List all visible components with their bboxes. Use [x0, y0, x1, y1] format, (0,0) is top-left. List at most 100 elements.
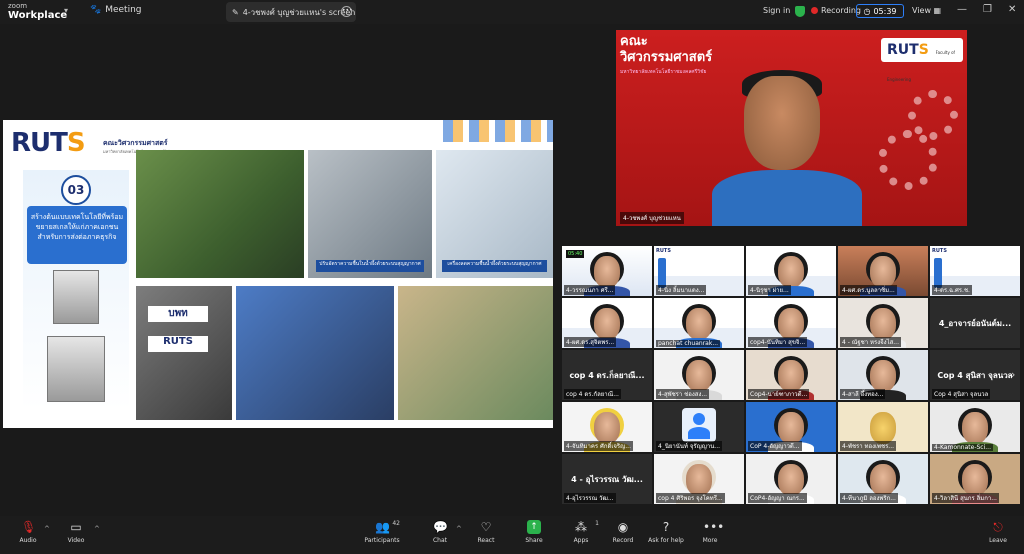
speaker-shirt [712, 170, 862, 226]
chevron-down-icon[interactable]: ▾ [64, 6, 68, 15]
participant-tile[interactable]: 4_อาจารย์อนันต์ม... [930, 298, 1020, 348]
view-menu[interactable]: View ▦ [912, 6, 941, 15]
participant-tile[interactable]: 4-Kamonnate-Sci... [930, 402, 1020, 452]
photo-machine-a: ปรับอัตราความชื้นในน้ำผึ้งด้วยระบบสุญญาก… [308, 150, 432, 278]
participant-face [686, 360, 712, 392]
participant-face [870, 360, 896, 392]
view-label: View [912, 6, 931, 15]
sign-in-button[interactable]: Sign in [763, 6, 790, 15]
participant-tile[interactable]: 4-ผศ.ดร.นูลลาซิ่ม... [838, 246, 928, 296]
participant-tile[interactable]: 4 - อุไรวรรณ วัฒ... 4-อุไรวรรณ วัฒ... [562, 454, 652, 504]
tile-slide-bar [934, 258, 942, 288]
recording-label: Recording [821, 6, 862, 15]
participant-name: cop 4 ศิริพอร จุงโคทรี... [656, 493, 725, 503]
chat-label: Chat [432, 537, 448, 544]
participant-tile[interactable]: cop 4 ดร.ก็ลยาณี... cop 4 ดร.กัลยาณี... [562, 350, 652, 400]
tile-slide-bar [658, 258, 666, 288]
clock-icon: ◷ [863, 6, 871, 16]
record-button[interactable]: ◉ Record [599, 520, 647, 544]
speaker-bg-title-1: คณะ [620, 34, 648, 49]
participant-tile[interactable]: 4-สาลี อึ้งทอง... [838, 350, 928, 400]
participant-tile[interactable]: RUTS 4-นิ่ง ลิ้มนาแดง... [654, 246, 744, 296]
speaker-bg-title: คณะ วิศวกรรมศาสตร์ [620, 34, 712, 66]
participant-name: 4-วรรณนภา ศรี... [564, 285, 616, 295]
participant-name: 4-อุไรวรรณ วัฒ... [564, 493, 616, 503]
ask-for-help-button[interactable]: ? Ask for help [642, 520, 690, 544]
machine-sign-2: RUTS [148, 336, 208, 352]
brand-big: Workplace [8, 10, 68, 21]
photo-group-indoor [236, 286, 394, 420]
screen-share-tab[interactable]: ✎ 4-วชพงศ์ บุญช่วยแหน's screen ••• [226, 2, 356, 22]
participant-name: 4-ทีนาภูมิ ลองพริก... [840, 493, 898, 503]
participants-button[interactable]: 42 👥 Participants [358, 520, 406, 544]
participant-tile[interactable]: CoP4-อัญญา ณกร... [746, 454, 836, 504]
participant-name: 4-พัชรา ทองเพชร... [840, 441, 897, 451]
participant-tile[interactable]: 05:40 4-วรรณนภา ศรี... [562, 246, 652, 296]
minimize-icon[interactable]: — [957, 4, 967, 15]
info-panel: 03 สร้างต้นแบบเทคโนโลยีที่พร้อมขยายสเกลใ… [23, 170, 129, 410]
shared-screen-slide[interactable]: RUTS คณะวิศวกรรมศาสตร์ มหาวิทยาลัยเทคโนโ… [3, 120, 553, 428]
chat-options-caret-icon[interactable]: ^ [456, 525, 462, 533]
participant-tile[interactable]: 4-ทีนาภูมิ ลองพริก... [838, 454, 928, 504]
participant-tile[interactable]: Cop4-นาย์ฑาภาวดี... [746, 350, 836, 400]
security-shield-icon[interactable] [795, 6, 805, 17]
photo-label-c: เครื่องลดความชื้นน้ำผึ้งด้วยระบบสุญญากาศ [442, 260, 547, 272]
participant-tile[interactable]: 4-วิลาสินี สุนกร ลิ่มกา... [930, 454, 1020, 504]
video-label: Video [67, 537, 85, 544]
video-options-caret-icon[interactable]: ^ [94, 525, 100, 533]
participant-tile[interactable]: 4-นิรุชา ผ่าย... [746, 246, 836, 296]
restore-icon[interactable]: ❐ [983, 4, 992, 15]
react-button[interactable]: ♡ React [462, 520, 510, 544]
participant-tile[interactable]: CoP 4-อัญญาวดี... [746, 402, 836, 452]
more-options-icon[interactable]: ••• [341, 6, 353, 17]
active-speaker-video[interactable]: คณะ วิศวกรรมศาสตร์ มหาวิทยาลัยเทคโนโลยีร… [616, 30, 967, 226]
participant-face [870, 256, 896, 288]
participant-name: 4-ผศ.ดร.สุจิตพร... [564, 337, 617, 347]
recording-indicator[interactable]: Recording [811, 6, 861, 15]
apps-label: Apps [573, 537, 589, 544]
more-button[interactable]: ••• More [686, 520, 734, 544]
logo-accent: S [66, 128, 86, 158]
participant-tile[interactable]: 4 - ณัฐชา หรงจีงไส... [838, 298, 928, 348]
decorative-stripes [443, 120, 553, 142]
section-banner: สร้างต้นแบบเทคโนโลยีที่พร้อมขยายสเกลให้แ… [27, 206, 127, 264]
meeting-menu[interactable]: 🐾 Meeting [90, 5, 142, 15]
participant-face [594, 256, 620, 288]
audio-options-caret-icon[interactable]: ^ [44, 525, 50, 533]
apps-icon: ⁂ [575, 520, 587, 534]
participant-face [778, 412, 804, 444]
participant-face [870, 464, 896, 496]
participant-tile[interactable]: cop 4 ศิริพอร จุงโคทรี... [654, 454, 744, 504]
participant-tile[interactable]: cop4-นันทิมา สุขจิ... [746, 298, 836, 348]
meeting-toolbar: 🎙 Audio ^ ▭ Video ^ 42 👥 Participants 💬 … [0, 516, 1024, 554]
zoom-workplace-logo[interactable]: zoom Workplace [8, 2, 68, 21]
participant-tile[interactable]: 4-สุพัชรา ช่องสง... [654, 350, 744, 400]
participant-name: CoP 4-อัญญาวดี... [748, 441, 802, 451]
share-button[interactable]: ↑ Share [510, 520, 558, 544]
participant-tile[interactable]: 4_นิยานันท์ จุรัญญาน... [654, 402, 744, 452]
machine-sign-1: บพท [148, 306, 208, 322]
machine-illustration-2 [47, 336, 105, 402]
participant-face [962, 464, 988, 496]
participant-tile[interactable]: Cop 4 สุนิสา จุลนวล Cop 4 สุนิสา จุลนวล [930, 350, 1020, 400]
close-icon[interactable]: ✕ [1008, 4, 1016, 15]
leave-label: Leave [989, 537, 1007, 544]
speaker-name-label: 4-วชพงศ์ บุญช่วยแหน [620, 212, 684, 224]
share-label: Share [525, 537, 543, 544]
participant-face [594, 308, 620, 340]
meeting-timer[interactable]: ◷ 05:39 [856, 4, 904, 18]
video-button[interactable]: ▭ Video [52, 520, 100, 544]
leave-button[interactable]: ⎋ Leave [974, 520, 1022, 544]
participant-name: 4-วิลาสินี สุนกร ลิ่มกา... [932, 493, 999, 503]
participant-tile[interactable]: RUTS 4-ดร.ฉ.ศร.ช. [930, 246, 1020, 296]
participant-tile[interactable]: panchat chuanrak... [654, 298, 744, 348]
next-page-chevron-icon[interactable]: › [1011, 368, 1015, 381]
meeting-label: Meeting [105, 5, 142, 15]
participant-tile[interactable]: 4-ผศ.ดร.สุจิตพร... [562, 298, 652, 348]
apps-button[interactable]: 1 ⁂ Apps [557, 520, 605, 544]
participant-big-name: 4 - อุไรวรรณ วัฒ... [571, 474, 643, 484]
participant-tile[interactable]: 4-พัชรา ทองเพชร... [838, 402, 928, 452]
participant-name: 4-สาลี อึ้งทอง... [840, 389, 886, 399]
participant-tile[interactable]: 4-จันทิมาคร ศักดิ์เจริญ... [562, 402, 652, 452]
participant-face [686, 464, 712, 496]
